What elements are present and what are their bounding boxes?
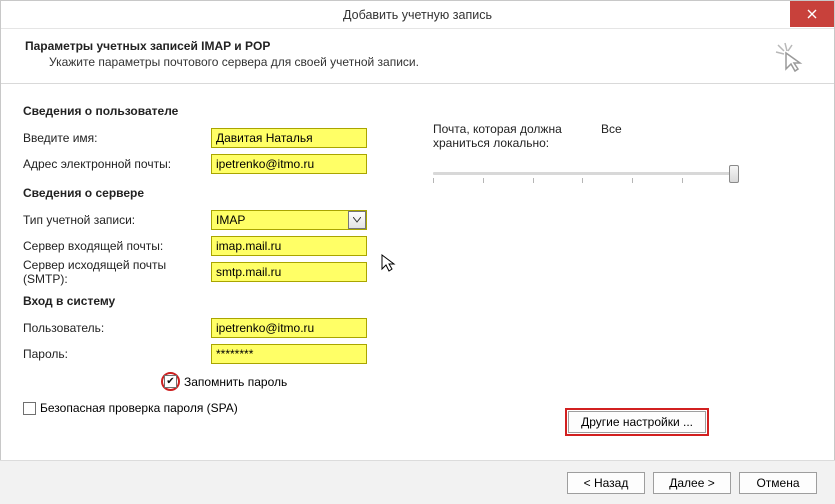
section-login: Вход в систему bbox=[23, 294, 393, 308]
more-settings-emphasis: Другие настройки ... bbox=[565, 408, 709, 436]
slider-area bbox=[433, 172, 733, 175]
close-icon bbox=[807, 9, 817, 19]
header-subtitle: Укажите параметры почтового сервера для … bbox=[25, 55, 810, 69]
slider-labels: Почта, которая должна храниться локально… bbox=[433, 122, 812, 150]
more-settings-wrap: Другие настройки ... bbox=[565, 408, 709, 436]
right-column: Почта, которая должна храниться локально… bbox=[433, 100, 812, 421]
row-spa: Безопасная проверка пароля (SPA) bbox=[23, 401, 393, 415]
form-column: Сведения о пользователе Введите имя: Адр… bbox=[23, 100, 393, 421]
select-account-type[interactable]: IMAP bbox=[211, 210, 367, 230]
title-bar: Добавить учетную запись bbox=[1, 1, 834, 29]
content-area: Сведения о пользователе Введите имя: Адр… bbox=[1, 84, 834, 429]
header-panel: Параметры учетных записей IMAP и POP Ука… bbox=[1, 29, 834, 84]
emphasis-circle: ✔ bbox=[161, 372, 180, 391]
input-incoming[interactable] bbox=[211, 236, 367, 256]
cancel-button[interactable]: Отмена bbox=[739, 472, 817, 494]
more-settings-label: Другие настройки ... bbox=[581, 415, 693, 429]
row-user: Пользователь: bbox=[23, 316, 393, 340]
slider-thumb[interactable] bbox=[729, 165, 739, 183]
back-button[interactable]: < Назад bbox=[567, 472, 645, 494]
footer-bar: < Назад Далее > Отмена bbox=[0, 460, 835, 504]
label-name: Введите имя: bbox=[23, 131, 211, 145]
select-account-type-value: IMAP bbox=[216, 213, 245, 227]
input-user[interactable] bbox=[211, 318, 367, 338]
label-outgoing: Сервер исходящей почты (SMTP): bbox=[23, 258, 211, 286]
click-icon bbox=[772, 39, 808, 75]
input-password[interactable] bbox=[211, 344, 367, 364]
checkbox-remember[interactable]: ✔ bbox=[164, 375, 177, 388]
row-email: Адрес электронной почты: bbox=[23, 152, 393, 176]
label-password: Пароль: bbox=[23, 347, 211, 361]
row-account-type: Тип учетной записи: IMAP bbox=[23, 208, 393, 232]
row-outgoing: Сервер исходящей почты (SMTP): bbox=[23, 260, 393, 284]
slider-label-right: Все bbox=[601, 122, 622, 150]
slider-track[interactable] bbox=[433, 172, 733, 175]
cursor-icon bbox=[381, 254, 397, 277]
label-email: Адрес электронной почты: bbox=[23, 157, 211, 171]
slider-ticks bbox=[433, 178, 733, 184]
input-name[interactable] bbox=[211, 128, 367, 148]
label-remember: Запомнить пароль bbox=[184, 375, 287, 389]
row-name: Введите имя: bbox=[23, 126, 393, 150]
input-email[interactable] bbox=[211, 154, 367, 174]
more-settings-button[interactable]: Другие настройки ... bbox=[568, 411, 706, 433]
close-button[interactable] bbox=[790, 1, 834, 27]
label-spa: Безопасная проверка пароля (SPA) bbox=[40, 401, 238, 415]
section-server-info: Сведения о сервере bbox=[23, 186, 393, 200]
window-title: Добавить учетную запись bbox=[343, 8, 492, 22]
section-user-info: Сведения о пользователе bbox=[23, 104, 393, 118]
input-outgoing[interactable] bbox=[211, 262, 367, 282]
next-button[interactable]: Далее > bbox=[653, 472, 731, 494]
check-icon: ✔ bbox=[166, 377, 174, 387]
chevron-down-icon bbox=[353, 217, 361, 223]
row-incoming: Сервер входящей почты: bbox=[23, 234, 393, 258]
slider-label-left: Почта, которая должна храниться локально… bbox=[433, 122, 583, 150]
checkbox-spa[interactable] bbox=[23, 402, 36, 415]
dropdown-button[interactable] bbox=[348, 211, 366, 229]
label-account-type: Тип учетной записи: bbox=[23, 213, 211, 227]
label-user: Пользователь: bbox=[23, 321, 211, 335]
row-password: Пароль: bbox=[23, 342, 393, 366]
row-remember: ✔ Запомнить пароль bbox=[23, 372, 393, 391]
label-incoming: Сервер входящей почты: bbox=[23, 239, 211, 253]
header-title: Параметры учетных записей IMAP и POP bbox=[25, 39, 810, 53]
